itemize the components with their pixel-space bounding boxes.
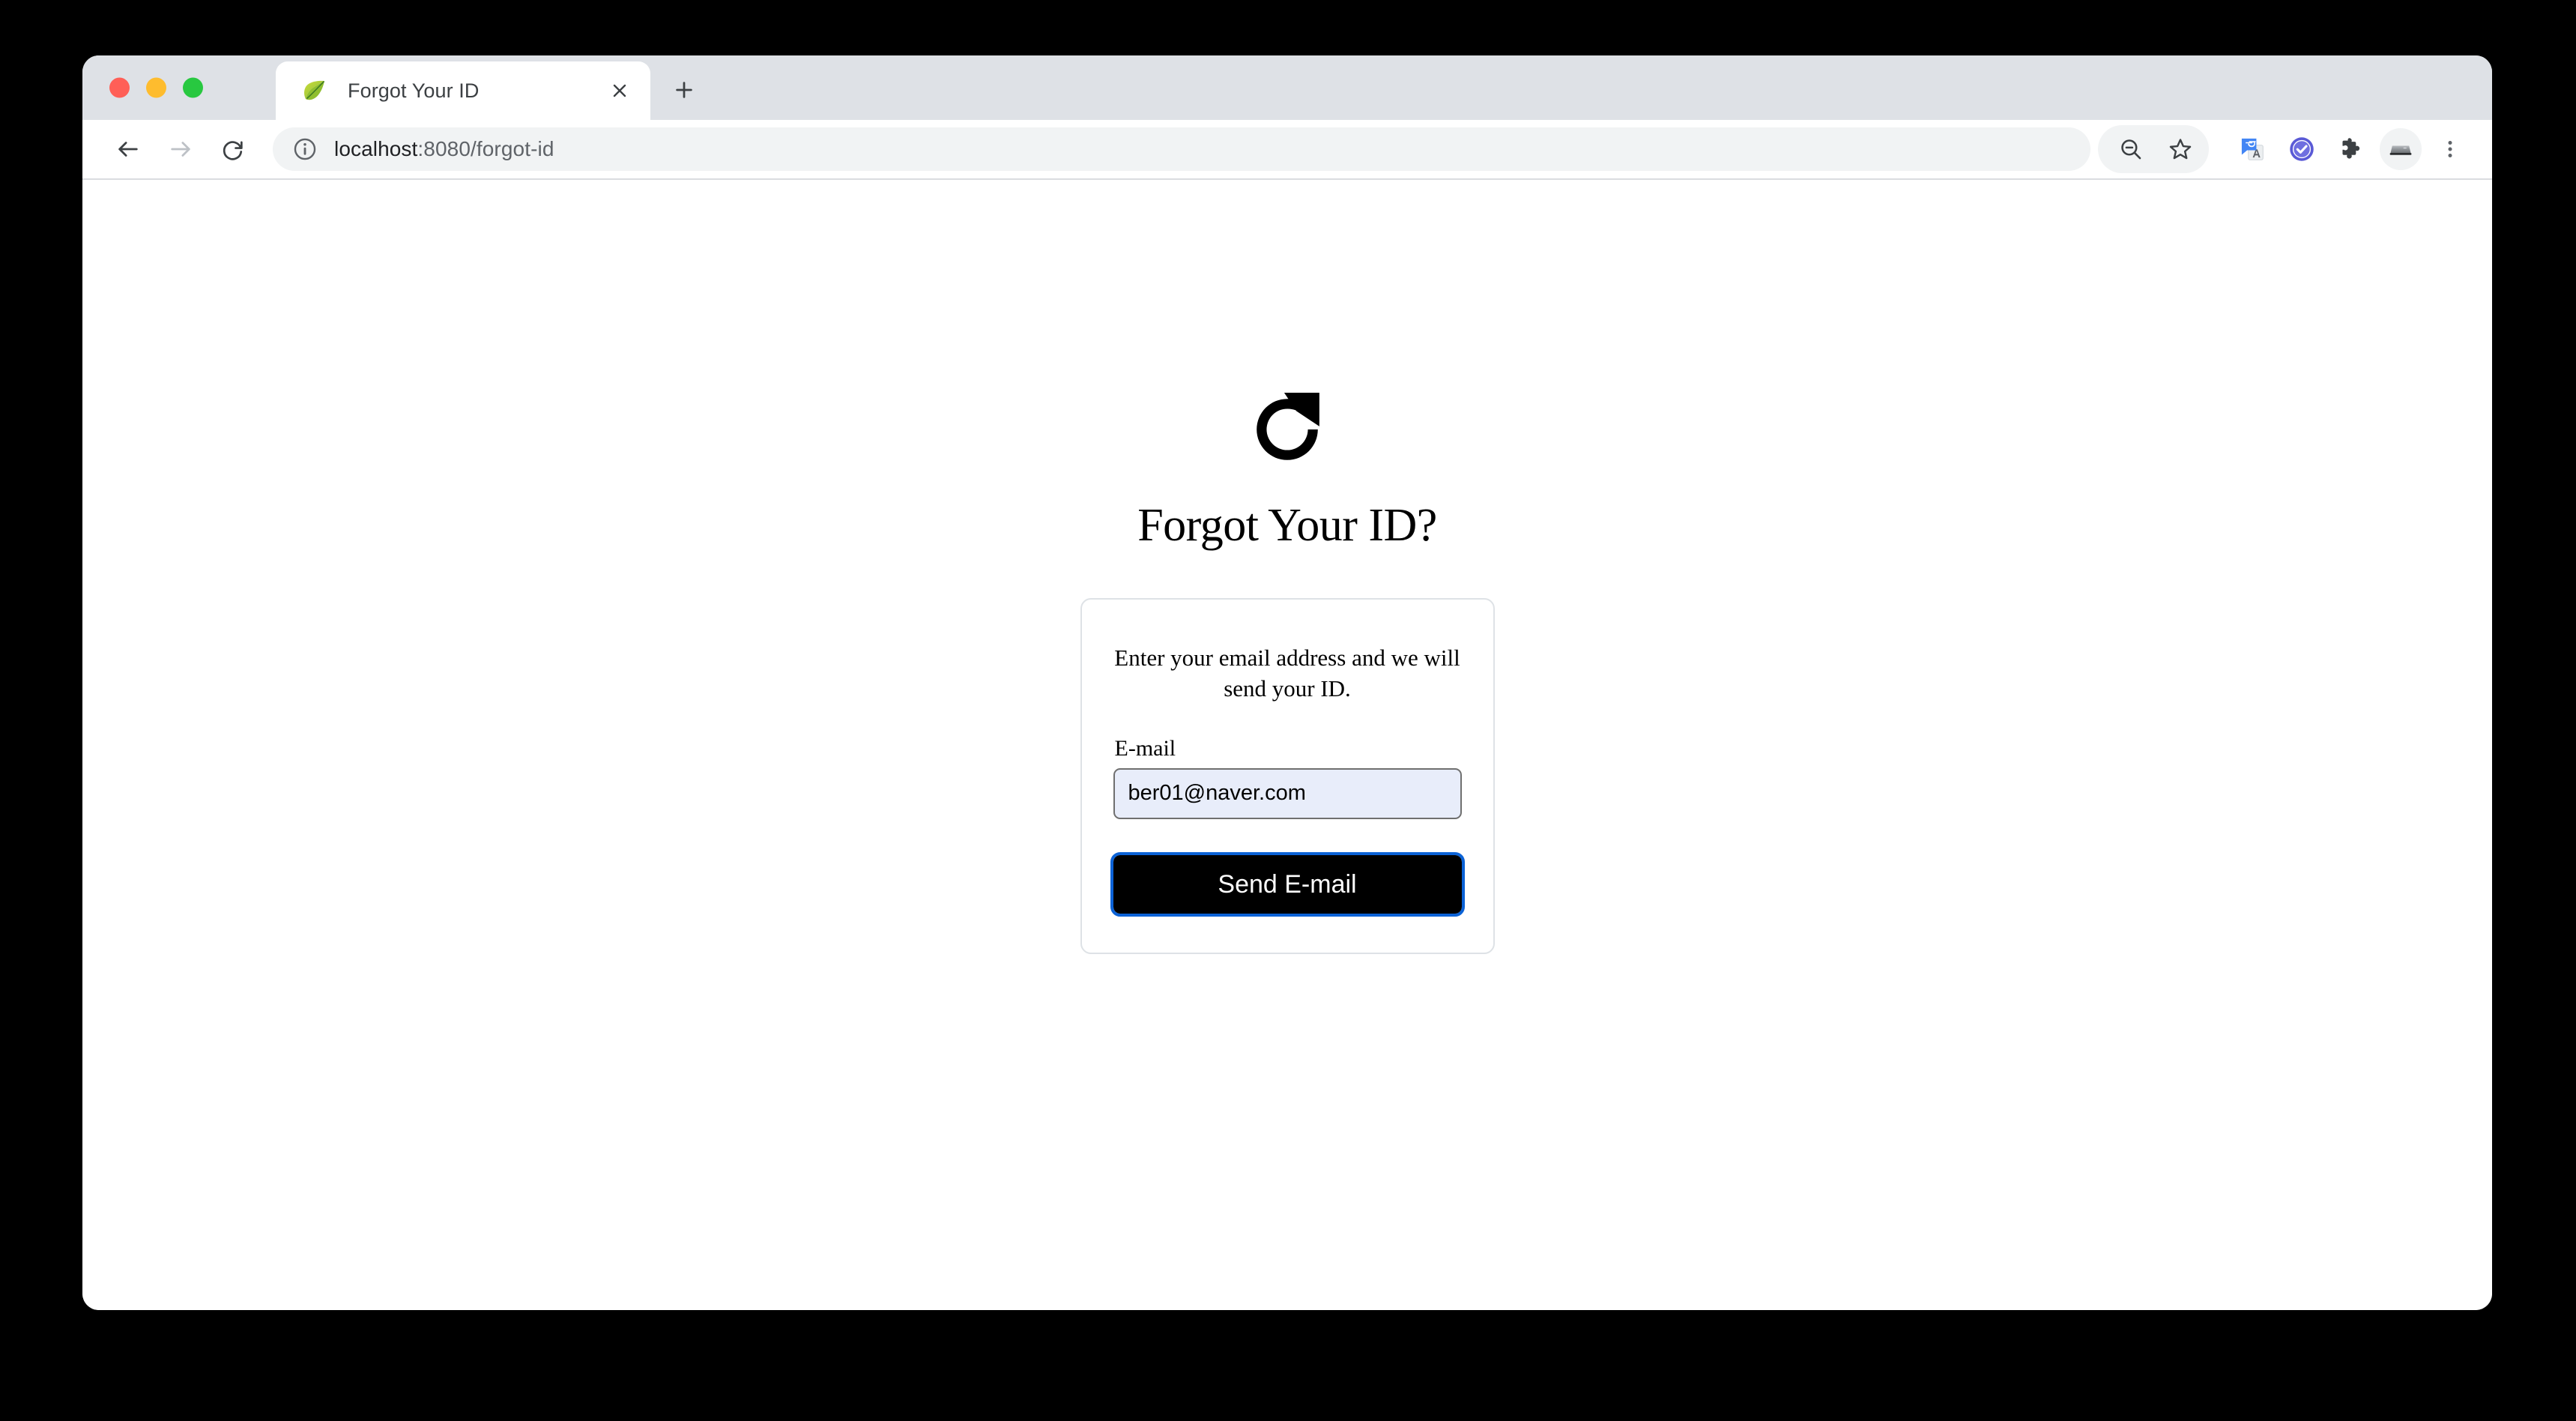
page-title: Forgot Your ID? — [1137, 500, 1437, 551]
url-path: :8080/forgot-id — [417, 137, 554, 160]
tab-strip: Forgot Your ID — [276, 61, 707, 120]
arrow-back-icon — [118, 142, 138, 157]
page-viewport: Forgot Your ID? Enter your email address… — [82, 180, 2492, 1310]
profile-avatar-icon — [2380, 128, 2422, 170]
address-bar-url: localhost:8080/forgot-id — [334, 137, 554, 161]
extensions-puzzle-icon — [2342, 138, 2360, 159]
window-maximize-button[interactable] — [183, 77, 203, 98]
address-bar[interactable]: localhost:8080/forgot-id — [273, 127, 2090, 171]
tab-title: Forgot Your ID — [348, 79, 480, 102]
checkmark-badge-icon — [2290, 137, 2314, 161]
toolbar-actions — [2098, 125, 2473, 173]
reload-icon — [223, 141, 243, 160]
three-dot-menu-icon — [2448, 141, 2452, 157]
forgot-id-page: Forgot Your ID? Enter your email address… — [82, 180, 2492, 1310]
email-field-label: E-mail — [1114, 735, 1176, 761]
window-minimize-button[interactable] — [146, 77, 166, 98]
arrow-forward-icon — [171, 142, 190, 157]
window-close-button[interactable] — [109, 77, 130, 98]
chrome-menu-button[interactable] — [2428, 127, 2473, 172]
reload-button[interactable] — [210, 126, 256, 172]
spring-leaf-icon — [304, 80, 324, 100]
tab-close-icon[interactable] — [601, 72, 638, 109]
email-input[interactable] — [1113, 767, 1462, 819]
titlebar: Forgot Your ID — [82, 55, 2492, 120]
back-button[interactable] — [105, 126, 151, 172]
bookmark-button[interactable] — [2158, 127, 2203, 172]
window-controls — [109, 77, 203, 98]
plus-icon — [676, 82, 692, 98]
forgot-id-card: Enter your email address and we will sen… — [1080, 598, 1495, 954]
browser-window: Forgot Your ID localhost:8080/forgot-id … — [82, 55, 2492, 1310]
forward-button[interactable] — [157, 126, 204, 172]
send-email-button[interactable]: Send E-mail — [1110, 851, 1465, 917]
google-translate-button[interactable] — [2230, 127, 2275, 172]
browser-tab-forgot-your-id[interactable]: Forgot Your ID — [276, 61, 650, 120]
google-translate-icon — [2241, 138, 2264, 160]
new-tab-button[interactable] — [661, 67, 707, 113]
zoom-bookmark-group — [2098, 125, 2209, 173]
browser-toolbar: localhost:8080/forgot-id — [82, 120, 2492, 180]
checkmark-badge-button[interactable] — [2279, 127, 2324, 172]
zoom-out-icon — [2121, 139, 2141, 160]
extensions-button[interactable] — [2329, 127, 2374, 172]
zoom-out-button[interactable] — [2108, 127, 2153, 172]
info-circle-icon[interactable] — [292, 136, 318, 162]
rotate-clockwise-icon — [1257, 393, 1319, 460]
profile-button[interactable] — [2378, 127, 2423, 172]
card-description: Enter your email address and we will sen… — [1114, 645, 1460, 702]
bookmark-star-icon — [2169, 139, 2192, 160]
url-host: localhost — [334, 137, 418, 160]
